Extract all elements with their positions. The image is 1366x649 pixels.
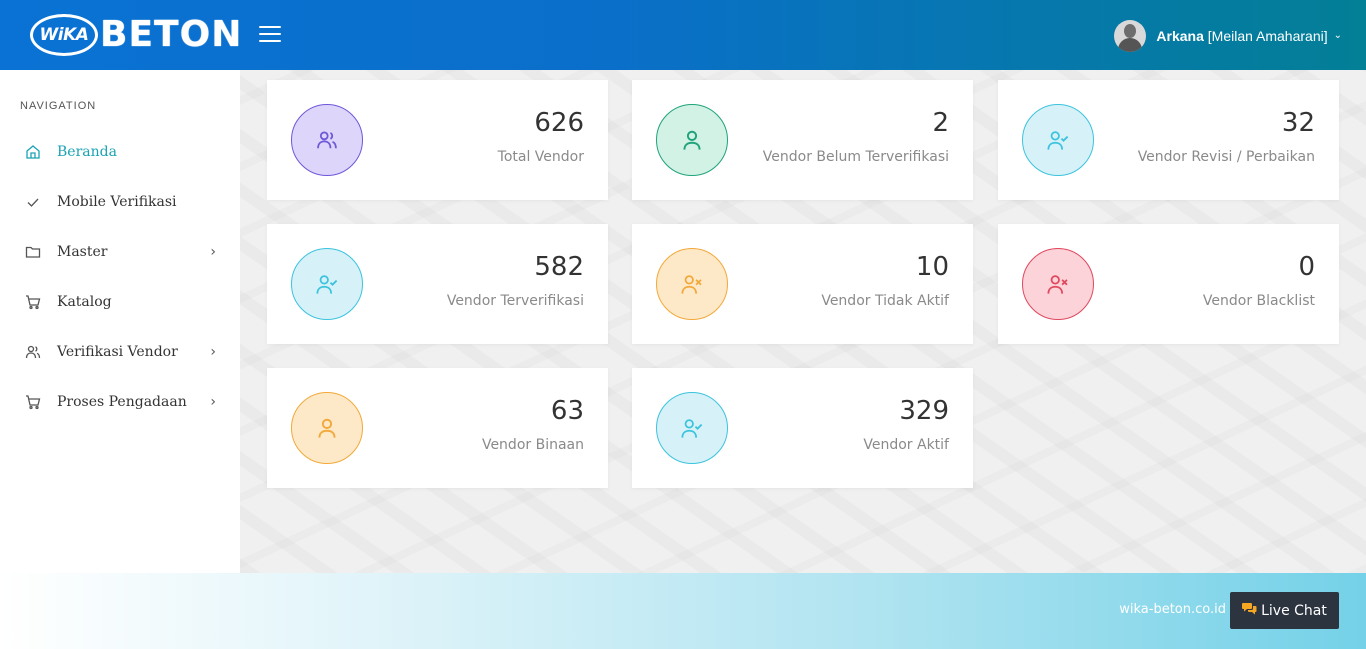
sidebar-item-beranda[interactable]: Beranda [0, 127, 240, 177]
footer-site-link[interactable]: wika-beton.co.id [1119, 602, 1226, 617]
stat-card-vendor-blacklist[interactable]: 0 Vendor Blacklist [998, 224, 1339, 344]
nav-heading: NAVIGATION [20, 100, 97, 112]
stat-card-vendor-revisi-perbaikan[interactable]: 32 Vendor Revisi / Perbaikan [998, 80, 1339, 200]
stat-card-vendor-binaan[interactable]: 63 Vendor Binaan [267, 368, 608, 488]
footer: wika-beton.co.id Live Chat [0, 573, 1366, 649]
stat-card-vendor-aktif[interactable]: 329 Vendor Aktif [632, 368, 973, 488]
stat-value: 626 [534, 108, 584, 138]
stat-label: Vendor Binaan [481, 437, 584, 453]
stat-card-vendor-tidak-aktif[interactable]: 10 Vendor Tidak Aktif [632, 224, 973, 344]
dashboard-main: 626 Total Vendor 2 Vendor Belum Terverifika… [240, 70, 1366, 573]
user-name: Arkana [Meilan Amaharani] [1156, 27, 1328, 44]
stat-card-total-vendor[interactable]: 626 Total Vendor [267, 80, 608, 200]
stat-label: Vendor Aktif [863, 437, 949, 453]
sidebar-item-label: Katalog [57, 294, 112, 310]
sidebar: NAVIGATION Beranda Mobile Verifikasi Maste… [0, 70, 240, 573]
chevron-down-icon: ⌄ [1333, 30, 1342, 41]
sidebar-item-katalog[interactable]: Katalog [0, 277, 240, 327]
live-chat-button[interactable]: Live Chat [1230, 592, 1339, 629]
nav-list: Beranda Mobile Verifikasi Master › Katalog Ve… [0, 127, 240, 427]
menu-toggle-icon[interactable] [259, 26, 281, 44]
sidebar-item-label: Mobile Verifikasi [57, 194, 177, 210]
stat-value: 0 [1298, 252, 1315, 282]
users-icon [25, 344, 41, 360]
cart-icon [25, 394, 41, 410]
sidebar-item-label: Master [57, 244, 108, 260]
stat-card-vendor-belum-terverifikasi[interactable]: 2 Vendor Belum Terverifikasi [632, 80, 973, 200]
stat-value: 329 [899, 396, 949, 426]
users-icon [291, 104, 363, 176]
logo-beton-text: BETON [100, 14, 243, 55]
stat-label: Vendor Blacklist [1202, 293, 1315, 309]
wika-beton-logo[interactable]: WiKA BETON [30, 14, 242, 56]
sidebar-item-label: Beranda [57, 144, 117, 160]
sidebar-item-mobile-verifikasi[interactable]: Mobile Verifikasi [0, 177, 240, 227]
user-icon [656, 104, 728, 176]
user-x-icon [656, 248, 728, 320]
sidebar-item-master[interactable]: Master › [0, 227, 240, 277]
user-menu[interactable]: Arkana [Meilan Amaharani] ⌄ [1114, 19, 1342, 52]
stat-value: 10 [915, 252, 949, 282]
live-chat-label: Live Chat [1261, 602, 1327, 619]
user-check-icon [1022, 104, 1094, 176]
chat-icon [1242, 602, 1257, 619]
user-x-icon [1022, 248, 1094, 320]
chevron-right-icon: › [210, 394, 216, 410]
sidebar-item-verifikasi-vendor[interactable]: Verifikasi Vendor › [0, 327, 240, 377]
logo-wika-emblem: WiKA [30, 14, 98, 56]
cart-icon [25, 294, 41, 310]
sidebar-item-label: Proses Pengadaan [57, 394, 187, 410]
stat-value: 32 [1281, 108, 1315, 138]
sidebar-item-proses-pengadaan[interactable]: Proses Pengadaan › [0, 377, 240, 427]
stat-label: Vendor Terverifikasi [446, 293, 584, 309]
stat-label: Vendor Revisi / Perbaikan [1137, 149, 1315, 165]
top-header: WiKA BETON Arkana [Meilan Amaharani] ⌄ [0, 0, 1366, 70]
chevron-right-icon: › [210, 244, 216, 260]
stat-value: 2 [932, 108, 949, 138]
stat-label: Vendor Belum Terverifikasi [762, 149, 949, 165]
folder-icon [25, 244, 41, 260]
user-check-icon [656, 392, 728, 464]
home-icon [25, 144, 41, 160]
chevron-right-icon: › [210, 344, 216, 360]
stat-card-vendor-terverifikasi[interactable]: 582 Vendor Terverifikasi [267, 224, 608, 344]
stat-value: 63 [550, 396, 584, 426]
check-icon [25, 194, 41, 210]
stat-label: Total Vendor [497, 149, 584, 165]
user-check-icon [291, 248, 363, 320]
stat-value: 582 [534, 252, 584, 282]
user-icon [291, 392, 363, 464]
sidebar-item-label: Verifikasi Vendor [57, 344, 178, 360]
avatar [1114, 19, 1147, 52]
stat-label: Vendor Tidak Aktif [821, 293, 949, 309]
